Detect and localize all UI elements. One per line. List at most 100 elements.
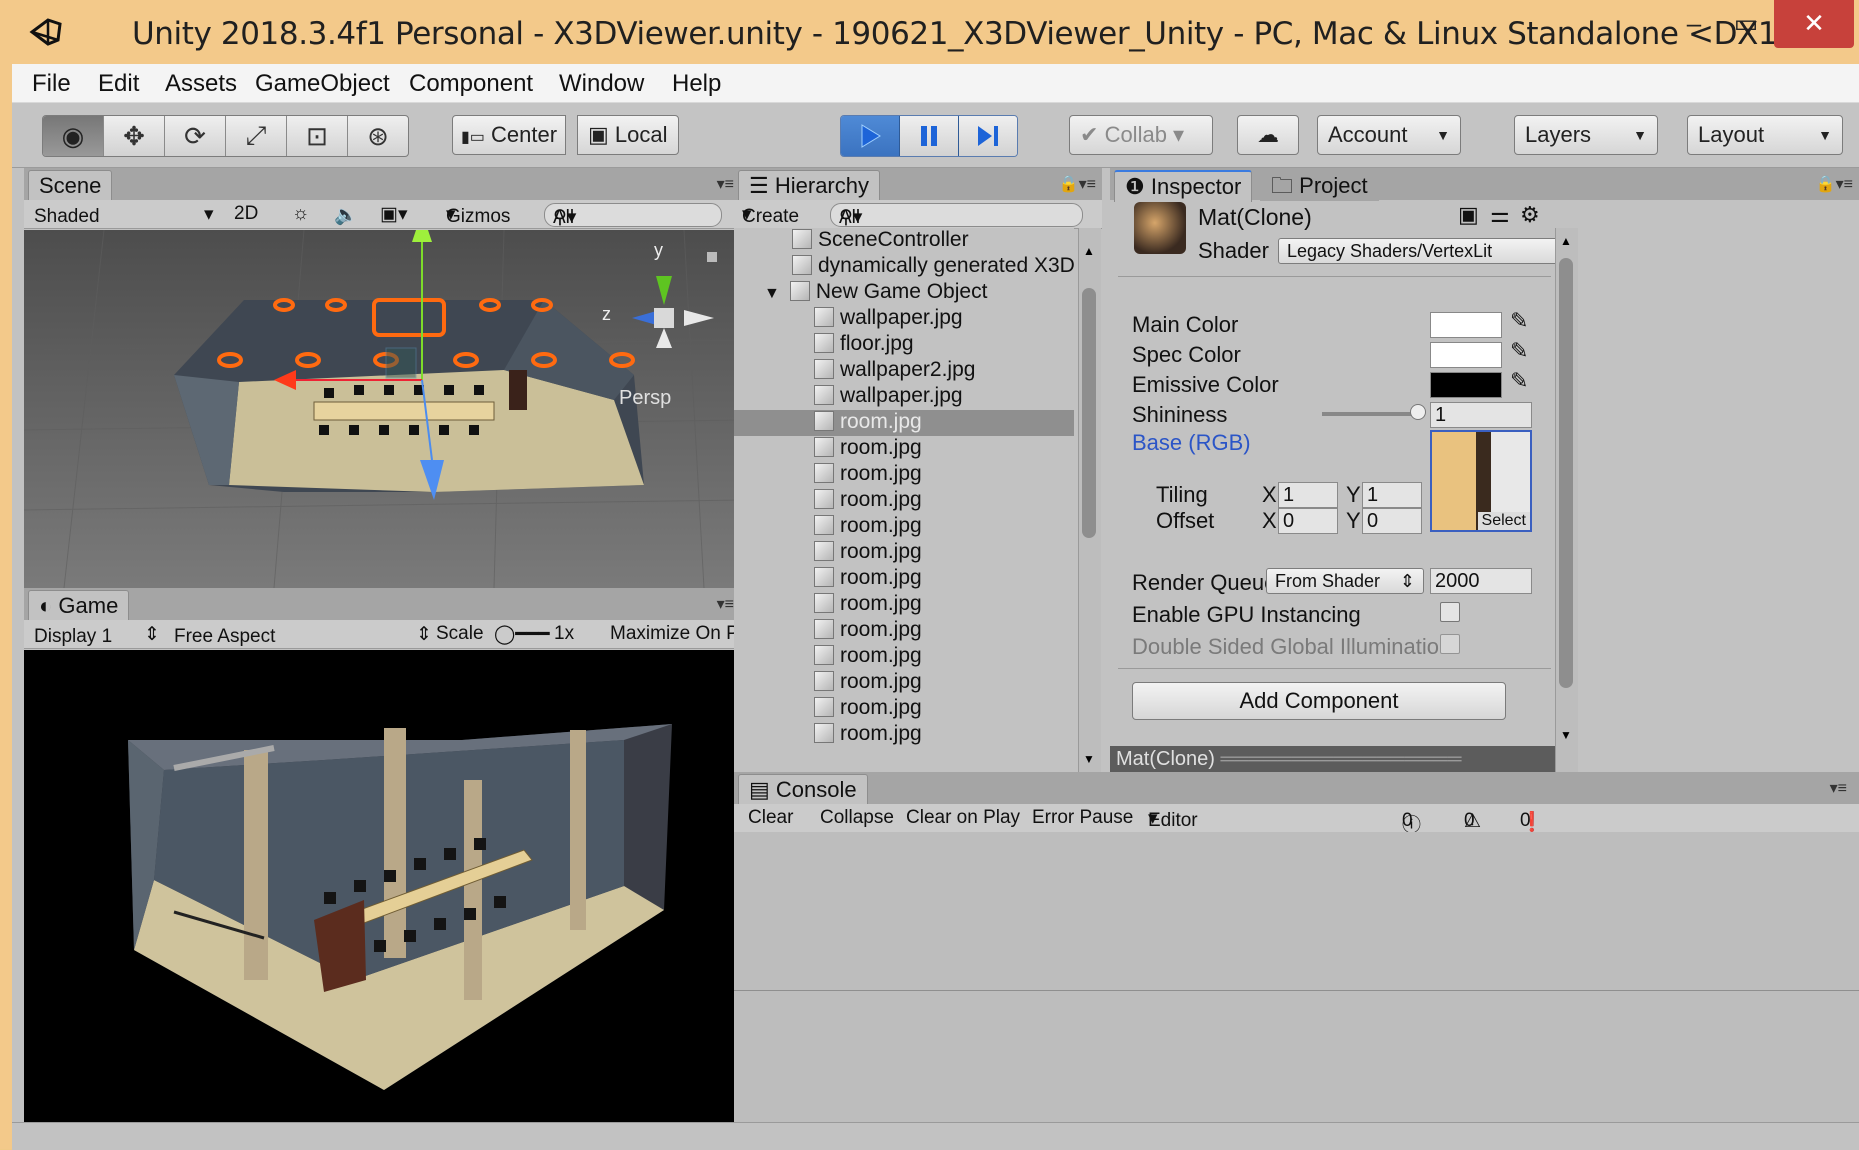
lock-menu-icon[interactable]: 🔒▾≡ xyxy=(1059,174,1096,194)
hierarchy-item[interactable]: wallpaper.jpg xyxy=(734,384,1074,410)
tiling-y-field[interactable]: 1 xyxy=(1362,482,1422,508)
game-viewport[interactable] xyxy=(24,650,746,1122)
console-collapse-button[interactable]: Collapse xyxy=(820,807,894,829)
preview-footer[interactable]: Mat(Clone) ═════════════════ xyxy=(1110,746,1555,772)
hierarchy-item[interactable]: room.jpg xyxy=(734,670,1074,696)
offset-y-field[interactable]: 0 xyxy=(1362,508,1422,534)
hierarchy-item[interactable]: wallpaper2.jpg xyxy=(734,358,1074,384)
account-dropdown[interactable]: Account ▼ xyxy=(1317,115,1461,155)
shininess-slider-thumb[interactable] xyxy=(1410,404,1426,420)
tab-project[interactable]: 🗀 Project xyxy=(1260,170,1379,201)
cloud-button[interactable]: ☁ xyxy=(1237,115,1299,155)
hierarchy-item[interactable]: floor.jpg xyxy=(734,332,1074,358)
main-color-swatch[interactable] xyxy=(1430,312,1502,338)
render-queue-field[interactable]: 2000 xyxy=(1430,568,1532,594)
menu-edit[interactable]: Edit xyxy=(98,70,139,98)
persp-label[interactable]: Persp xyxy=(619,387,671,409)
eyedropper-icon[interactable]: ✎ xyxy=(1510,338,1528,364)
minimize-button[interactable]: – xyxy=(1670,0,1718,48)
hierarchy-item[interactable]: room.jpg xyxy=(734,644,1074,670)
gizmos-dropdown[interactable]: Gizmos ▾ xyxy=(446,203,510,227)
shader-dropdown[interactable]: Legacy Shaders/VertexLit▾ xyxy=(1278,238,1576,264)
rotate-tool-button[interactable]: ⟳ xyxy=(165,116,226,156)
tab-inspector[interactable]: ❶ Inspector xyxy=(1114,170,1253,202)
mode-2d-toggle[interactable]: 2D xyxy=(234,203,258,225)
base-texture-slot[interactable]: Select xyxy=(1430,430,1532,532)
hierarchy-item-selected[interactable]: room.jpg xyxy=(734,410,1074,436)
scroll-down-icon[interactable]: ▼ xyxy=(1560,728,1572,742)
pivot-local-button[interactable]: ▣ Local xyxy=(577,115,679,155)
shininess-field[interactable]: 1 xyxy=(1430,402,1532,428)
console-detail-area[interactable] xyxy=(734,991,1859,1122)
scroll-up-icon[interactable]: ▲ xyxy=(1560,234,1572,248)
transform-tool-button[interactable]: ⊛ xyxy=(348,116,408,156)
expand-arrow-icon[interactable]: ▼ xyxy=(764,285,780,302)
menu-assets[interactable]: Assets xyxy=(165,70,237,98)
emissive-color-swatch[interactable] xyxy=(1430,372,1502,398)
help-icon[interactable]: ▣ xyxy=(1458,202,1479,228)
gear-icon[interactable]: ⚙ xyxy=(1520,202,1540,228)
scrollbar-thumb[interactable] xyxy=(1559,258,1573,688)
step-button[interactable] xyxy=(959,116,1017,156)
layout-dropdown[interactable]: Layout ▼ xyxy=(1687,115,1843,155)
audio-icon[interactable]: 🔈 xyxy=(334,203,358,227)
hierarchy-item[interactable]: room.jpg xyxy=(734,722,1074,748)
scale-slider[interactable]: ◯━━━ xyxy=(494,623,550,646)
create-dropdown[interactable]: Create ▾ xyxy=(742,203,799,227)
panel-menu-icon[interactable]: ▾≡ xyxy=(717,174,734,194)
pause-button[interactable] xyxy=(900,116,959,156)
panel-menu-icon[interactable]: ▾≡ xyxy=(717,594,734,614)
lock-menu-icon[interactable]: 🔒▾≡ xyxy=(1816,174,1853,194)
tab-game[interactable]: ◐ Game xyxy=(28,590,130,621)
hierarchy-item[interactable]: wallpaper.jpg xyxy=(734,306,1074,332)
hierarchy-scrollbar[interactable]: ▲ ▼ xyxy=(1078,228,1101,772)
hierarchy-item[interactable]: ▼ New Game Object xyxy=(734,280,1074,306)
scrollbar-thumb[interactable] xyxy=(1082,288,1096,538)
offset-x-field[interactable]: 0 xyxy=(1278,508,1338,534)
tiling-x-field[interactable]: 1 xyxy=(1278,482,1338,508)
hierarchy-item[interactable]: room.jpg xyxy=(734,618,1074,644)
add-component-button[interactable]: Add Component xyxy=(1132,682,1506,720)
hierarchy-item[interactable]: room.jpg xyxy=(734,436,1074,462)
hierarchy-item[interactable]: dynamically generated X3DV xyxy=(734,254,1074,280)
spec-color-swatch[interactable] xyxy=(1430,342,1502,368)
effects-icon[interactable]: ▣▾ xyxy=(380,203,408,226)
menu-window[interactable]: Window xyxy=(559,70,644,98)
pivot-center-button[interactable]: ▮▭ Center xyxy=(452,115,567,155)
menu-component[interactable]: Component xyxy=(409,70,533,98)
hierarchy-item[interactable]: room.jpg xyxy=(734,540,1074,566)
console-clear-on-play-button[interactable]: Clear on Play xyxy=(906,807,1020,829)
double-sided-gi-checkbox[interactable] xyxy=(1440,634,1460,654)
inspector-scrollbar[interactable]: ▲ ▼ xyxy=(1555,228,1578,772)
hierarchy-item[interactable]: room.jpg xyxy=(734,462,1074,488)
tab-console[interactable]: ▤ Console xyxy=(738,774,868,805)
hierarchy-item[interactable]: room.jpg xyxy=(734,696,1074,722)
tab-hierarchy[interactable]: ☰ Hierarchy xyxy=(738,170,880,201)
hierarchy-item[interactable]: room.jpg xyxy=(734,514,1074,540)
hierarchy-item[interactable]: room.jpg xyxy=(734,488,1074,514)
hierarchy-item[interactable]: room.jpg xyxy=(734,592,1074,618)
rect-tool-button[interactable]: ⊡ xyxy=(287,116,348,156)
console-editor-dropdown[interactable]: Editor ▾ xyxy=(1148,807,1198,831)
move-tool-button[interactable]: ✥ xyxy=(104,116,165,156)
hierarchy-search-input[interactable]: ⚲▾ All xyxy=(830,203,1083,228)
maximize-button[interactable]: ▭ xyxy=(1722,0,1770,48)
maximize-on-play-toggle[interactable]: Maximize On Play xyxy=(610,623,740,645)
eyedropper-icon[interactable]: ✎ xyxy=(1510,308,1528,334)
menu-help[interactable]: Help xyxy=(672,70,721,98)
eyedropper-icon[interactable]: ✎ xyxy=(1510,368,1528,394)
shininess-slider-track[interactable] xyxy=(1322,412,1422,416)
layers-dropdown[interactable]: Layers ▼ xyxy=(1514,115,1658,155)
hierarchy-item[interactable]: SceneController xyxy=(734,228,1074,254)
menu-file[interactable]: File xyxy=(32,70,71,98)
scroll-down-icon[interactable]: ▼ xyxy=(1083,752,1095,766)
lighting-icon[interactable]: ☼ xyxy=(292,203,309,225)
hierarchy-item[interactable]: room.jpg xyxy=(734,566,1074,592)
scroll-up-icon[interactable]: ▲ xyxy=(1083,244,1095,258)
gpu-instancing-checkbox[interactable] xyxy=(1440,602,1460,622)
render-queue-dropdown[interactable]: From Shader ⇕ xyxy=(1266,568,1424,594)
view-tool-button[interactable]: ◉ xyxy=(43,116,104,156)
lock-icon[interactable] xyxy=(707,252,717,262)
menu-gameobject[interactable]: GameObject xyxy=(255,70,390,98)
console-error-pause-button[interactable]: Error Pause xyxy=(1032,807,1133,829)
